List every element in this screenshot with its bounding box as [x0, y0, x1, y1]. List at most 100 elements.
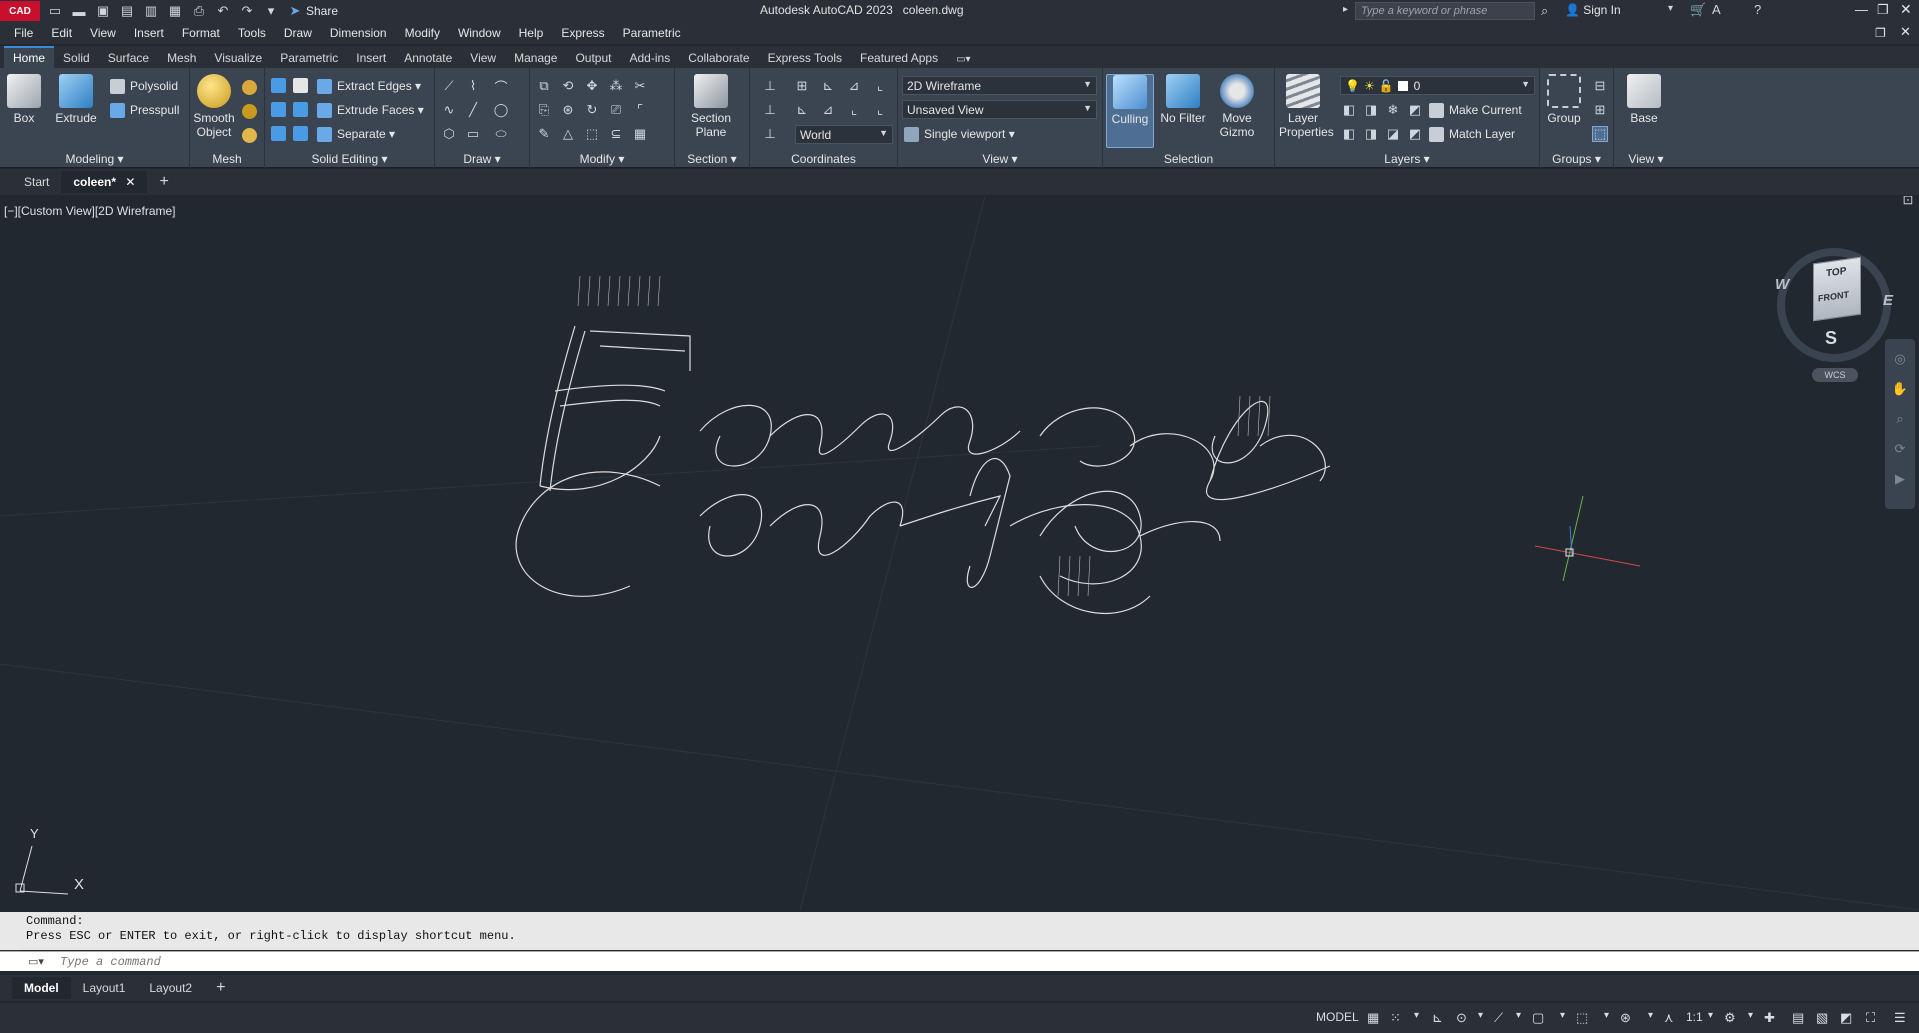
isodraft-icon[interactable]: ⟋ [1494, 1010, 1503, 1026]
visual-style-dropdown[interactable]: 2D Wireframe ▼ [902, 76, 1097, 95]
tab-home[interactable]: Home [4, 46, 55, 68]
save-to-web-icon[interactable]: ▦ [166, 2, 184, 20]
panel-title-mesh[interactable]: Mesh [190, 150, 264, 168]
tab-manage[interactable]: Manage [505, 48, 566, 68]
offset-icon[interactable]: ⊆ [608, 126, 624, 142]
stretch-icon[interactable]: ⎚ [608, 102, 624, 118]
layer-off-icon[interactable]: ◧ [1341, 102, 1357, 118]
polyline-icon[interactable]: ⌇ [465, 78, 481, 94]
add-layout-button[interactable]: + [204, 975, 237, 1001]
orbit-icon[interactable]: ⟳ [1892, 441, 1908, 457]
layer-unlock-all-icon[interactable]: ◩ [1407, 126, 1423, 142]
workspace-icon[interactable]: ▾ [262, 2, 280, 20]
group-edit-icon[interactable]: ⊞ [1592, 102, 1608, 118]
panel-title-solid-editing[interactable]: Solid Editing ▾ [265, 150, 434, 168]
rotate-icon[interactable]: ↻ [584, 102, 600, 118]
interfere-icon[interactable] [293, 126, 308, 141]
menu-window[interactable]: Window [458, 26, 501, 40]
layer-dropdown[interactable]: 💡 ☀ 🔓 0 ▼ [1340, 76, 1535, 95]
ucs-origin-icon[interactable]: ⊾ [794, 102, 810, 118]
snap-dropdown-icon[interactable]: ▾ [1414, 1010, 1419, 1021]
3d-align-icon[interactable]: ⊛ [560, 102, 576, 118]
graphics-performance-icon[interactable]: ◩ [1840, 1010, 1852, 1026]
base-view-button[interactable]: Base [1620, 74, 1668, 125]
panel-title-view[interactable]: View ▾ [898, 150, 1102, 168]
tab-layout1[interactable]: Layout1 [71, 977, 138, 999]
menu-edit[interactable]: Edit [51, 26, 72, 40]
tab-add-ins[interactable]: Add-ins [621, 48, 680, 68]
open-from-web-icon[interactable]: ▥ [142, 2, 160, 20]
command-input[interactable] [60, 953, 1910, 970]
wireframe-3d-text[interactable] [515, 325, 1331, 615]
menu-insert[interactable]: Insert [134, 26, 164, 40]
compass-east[interactable]: E [1883, 292, 1893, 309]
doc-close-icon[interactable]: ✕ [1900, 24, 1911, 40]
erase-icon[interactable]: ✎ [536, 126, 552, 142]
layer-on-all-icon[interactable]: ◧ [1341, 126, 1357, 142]
circle-icon[interactable]: ◯ [493, 102, 509, 118]
ucs-icon[interactable]: ⊥ [762, 78, 778, 94]
panel-title-draw[interactable]: Draw ▾ [435, 150, 529, 168]
ucs-y-icon[interactable]: ⊿ [846, 78, 862, 94]
units-icon[interactable]: ▤ [1792, 1010, 1804, 1026]
restore-icon[interactable]: ❐ [1877, 2, 1889, 18]
separate-button[interactable]: Separate ▾ [317, 124, 395, 144]
grid-icon[interactable]: ▦ [1367, 1010, 1379, 1026]
tab-parametric[interactable]: Parametric [271, 48, 347, 68]
presspull-button[interactable]: Presspull [110, 100, 179, 120]
viewcube-top-face[interactable]: TOP [1826, 266, 1846, 280]
ucs-x-icon[interactable]: ⊾ [820, 78, 836, 94]
pan-icon[interactable]: ✋ [1892, 381, 1908, 397]
showmotion-icon[interactable]: ▶ [1892, 471, 1908, 487]
polar-dropdown-icon[interactable]: ▾ [1478, 1010, 1483, 1021]
polygon-icon[interactable]: ⬡ [441, 126, 457, 142]
extract-edges-button[interactable]: Extract Edges ▾ [317, 76, 421, 96]
panel-title-view-base[interactable]: View ▾ [1614, 150, 1678, 168]
help-icon[interactable]: ? [1754, 2, 1761, 17]
tab-close-icon[interactable]: ✕ [125, 175, 135, 189]
tab-model[interactable]: Model [12, 977, 71, 999]
panel-title-coordinates[interactable]: Coordinates [750, 150, 897, 168]
menu-view[interactable]: View [90, 26, 116, 40]
drawing-viewport[interactable]: [−][Custom View][2D Wireframe] X Y TOP F… [0, 196, 1919, 910]
slice-icon[interactable] [293, 78, 308, 93]
layer-thaw-all-icon[interactable]: ◪ [1385, 126, 1401, 142]
app-logo[interactable]: CAD [0, 1, 40, 21]
tab-annotate[interactable]: Annotate [395, 48, 461, 68]
3d-mirror-icon[interactable]: △ [560, 126, 576, 142]
mirror-icon[interactable]: ⧉ [536, 78, 552, 94]
polysolid-button[interactable]: Polysolid [110, 76, 178, 96]
ellipse-icon[interactable]: ⬭ [493, 126, 509, 142]
3d-osnap-icon[interactable]: ⊛ [1620, 1010, 1631, 1026]
rectangle-icon[interactable]: ▭ [465, 126, 481, 142]
panel-title-layers[interactable]: Layers ▾ [1275, 150, 1539, 168]
match-layer-button[interactable]: Match Layer [1429, 124, 1515, 144]
tab-mesh[interactable]: Mesh [158, 48, 205, 68]
ucs-z-icon[interactable]: ⌞ [872, 78, 888, 94]
save-icon[interactable]: ▣ [94, 2, 112, 20]
menu-express[interactable]: Express [561, 26, 604, 40]
osnap-dropdown-icon[interactable]: ▾ [1604, 1010, 1609, 1021]
3d-osnap-dropdown-icon[interactable]: ▾ [1648, 1010, 1653, 1021]
copy-icon[interactable]: ⎘ [536, 102, 552, 118]
expand-arrow-icon[interactable]: ▸ [1343, 4, 1348, 15]
tab-featured-apps[interactable]: Featured Apps [851, 48, 947, 68]
tab-solid[interactable]: Solid [54, 48, 99, 68]
menu-draw[interactable]: Draw [284, 26, 312, 40]
viewport-maximize-icon[interactable]: ⊡ [1900, 196, 1916, 208]
search-icon[interactable]: ⌕ [1541, 3, 1548, 19]
spline-icon[interactable]: ∿ [441, 102, 457, 118]
layer-freeze-icon[interactable]: ❄ [1385, 102, 1401, 118]
menu-help[interactable]: Help [519, 26, 544, 40]
trim-icon[interactable]: ✂ [632, 78, 648, 94]
close-icon[interactable]: ✕ [1900, 1, 1912, 18]
model-space-button[interactable]: MODEL [1316, 1010, 1359, 1024]
compass-south[interactable]: S [1825, 328, 1837, 349]
make-current-button[interactable]: Make Current [1429, 100, 1522, 120]
ungroup-icon[interactable]: ⊟ [1592, 78, 1608, 94]
tab-insert[interactable]: Insert [347, 48, 395, 68]
sign-in-dropdown-icon[interactable]: ▾ [1668, 3, 1673, 14]
culling-button[interactable]: Culling [1106, 74, 1154, 148]
tab-drawing[interactable]: coleen* ✕ [61, 171, 148, 193]
open-icon[interactable]: ▬ [70, 2, 88, 20]
